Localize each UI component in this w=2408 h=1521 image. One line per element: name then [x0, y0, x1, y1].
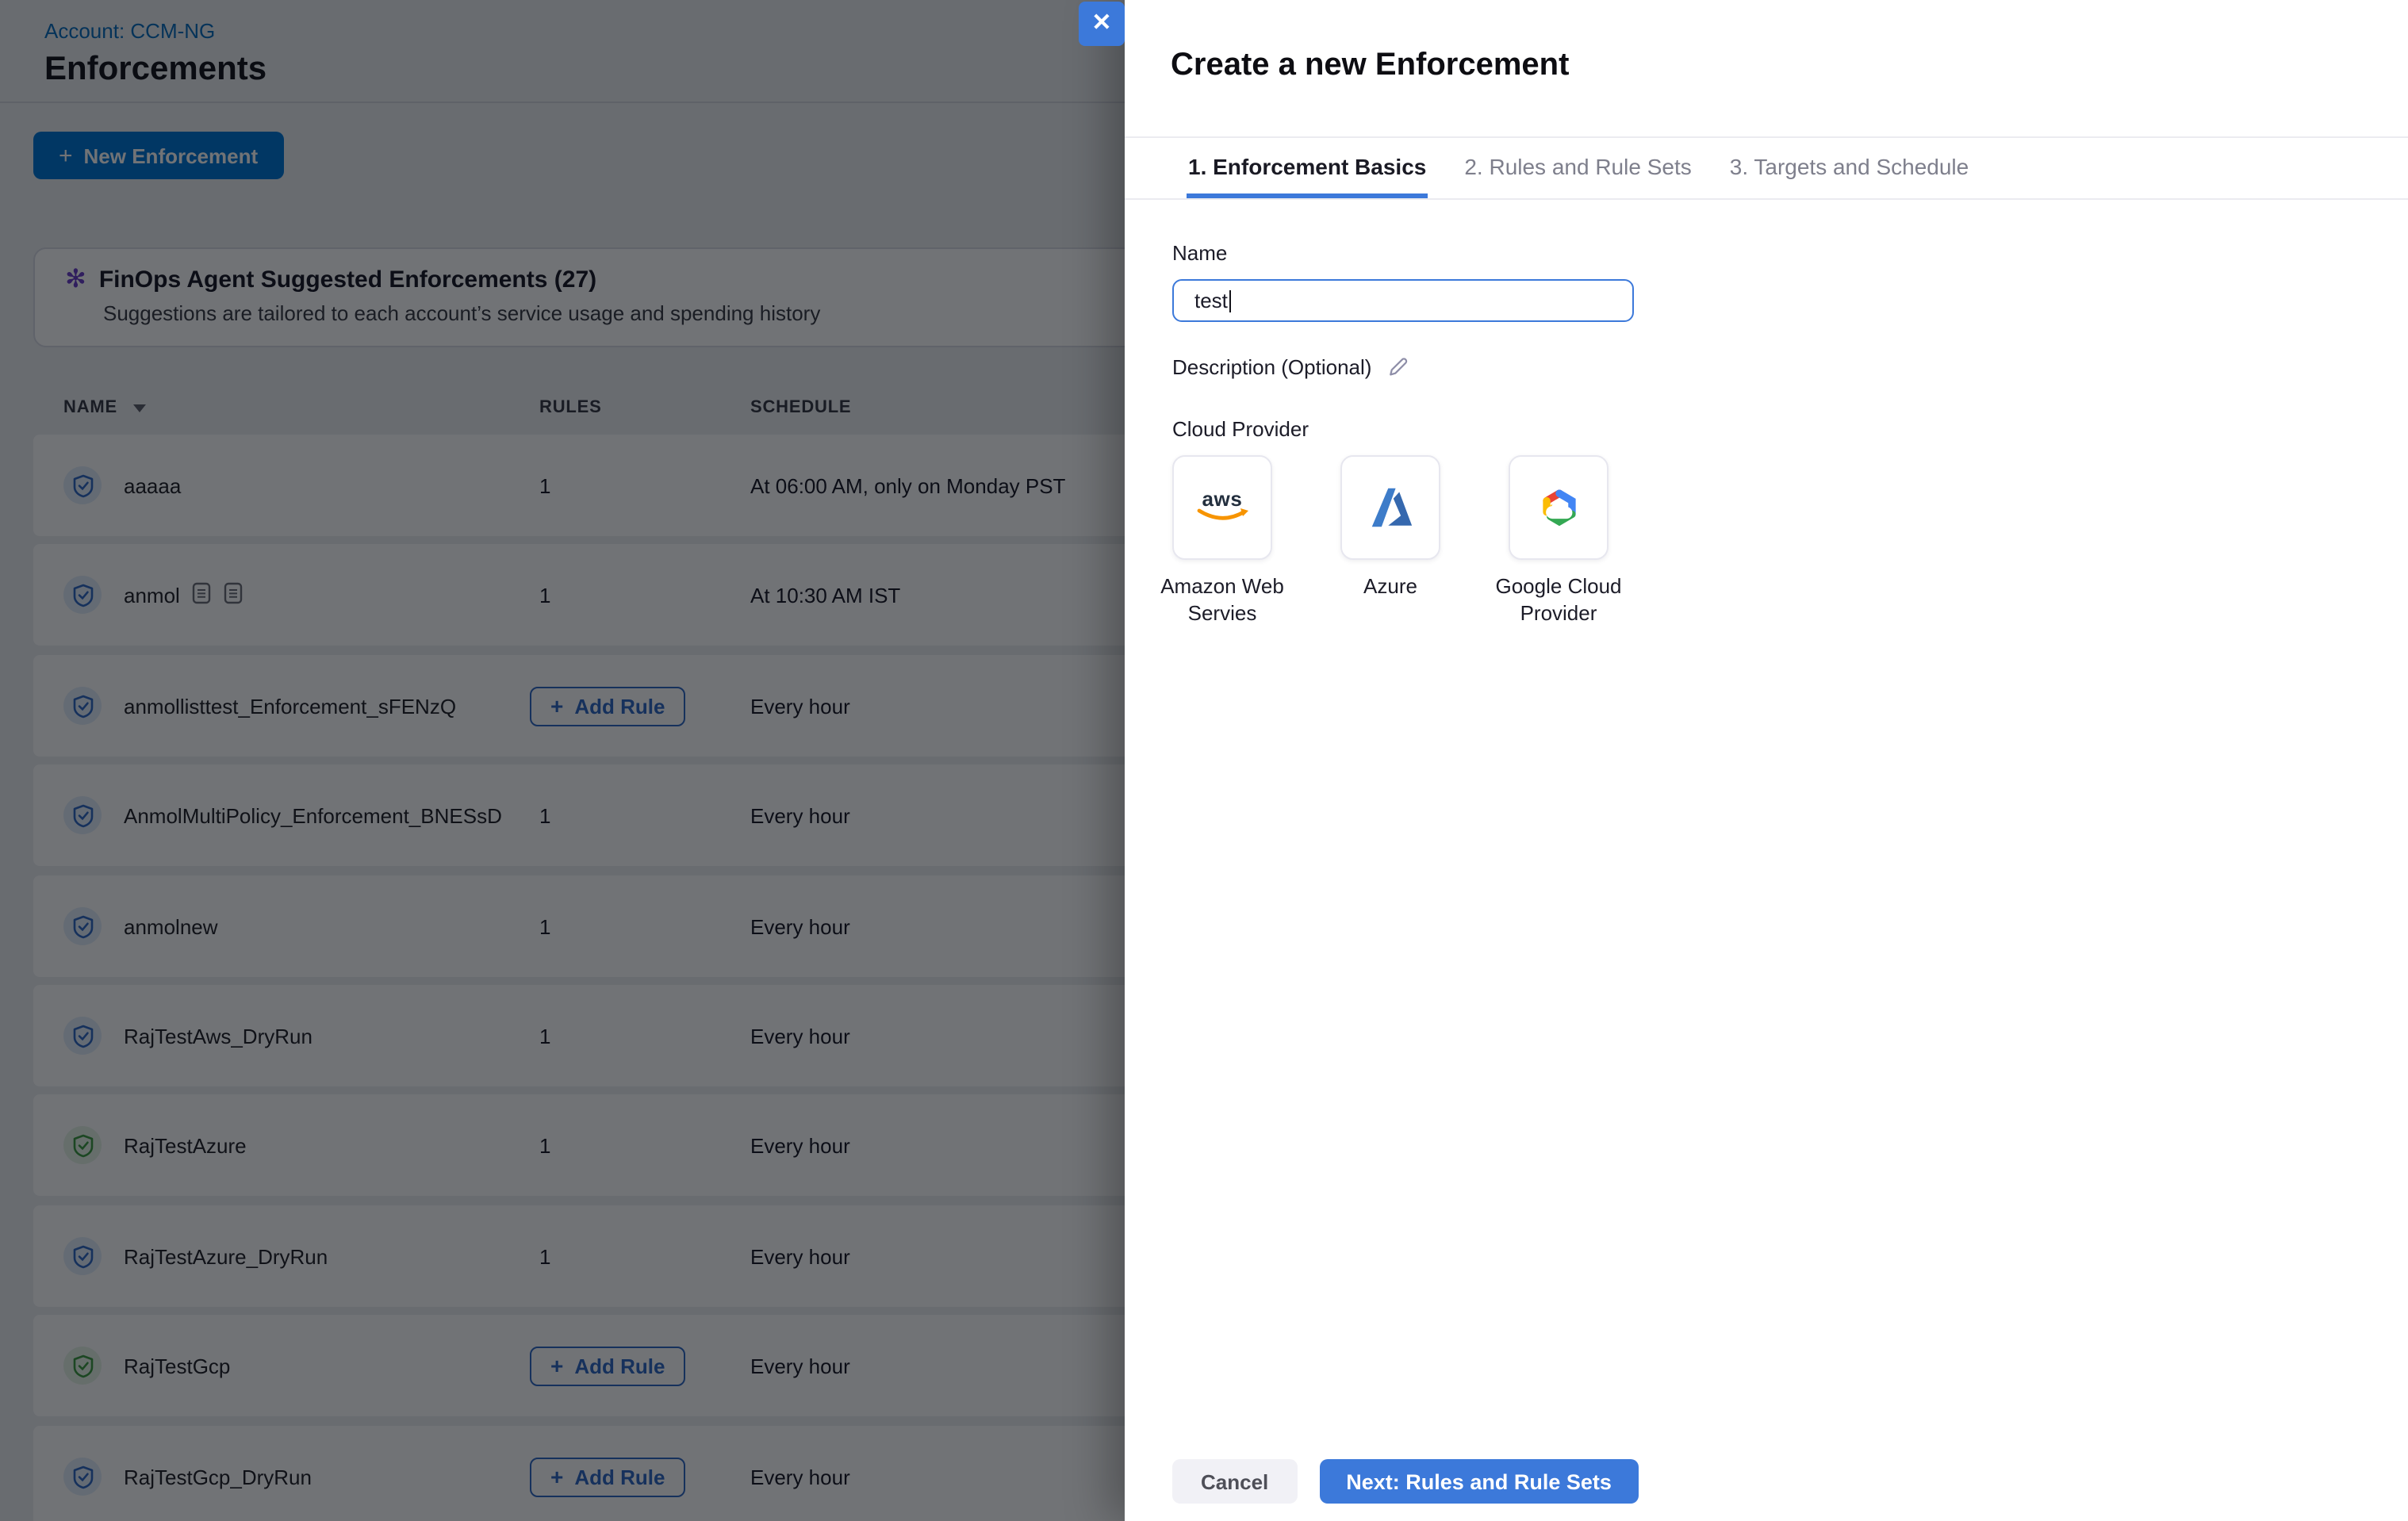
gcp-logo: [1533, 484, 1584, 531]
text-caret: [1229, 289, 1232, 312]
create-enforcement-drawer: ✕ Create a new Enforcement 1. Enforcemen…: [1125, 0, 2408, 1521]
app-root: Account: CCM-NG Enforcements + New Enfor…: [0, 0, 2408, 1521]
name-input[interactable]: test: [1172, 279, 1634, 322]
enforcement-basics-form: Name test Description (Optional) Cloud P…: [1172, 241, 2346, 560]
name-label: Name: [1172, 241, 2346, 265]
cancel-button[interactable]: Cancel: [1172, 1459, 1297, 1504]
name-input-value: test: [1194, 289, 1228, 312]
cloud-provider-options: aws Amazon Web Servies: [1172, 455, 2346, 560]
provider-card-gcp[interactable]: Google Cloud Provider: [1509, 455, 1609, 560]
close-drawer-button[interactable]: ✕: [1079, 2, 1125, 46]
tab-targets-and-schedule[interactable]: 3. Targets and Schedule: [1728, 154, 1971, 198]
tab-rules-and-rule-sets[interactable]: 2. Rules and Rule Sets: [1463, 154, 1693, 198]
provider-card-azure[interactable]: Azure: [1340, 455, 1440, 560]
cloud-provider-label: Cloud Provider: [1172, 417, 2346, 441]
wizard-tabs: 1. Enforcement Basics 2. Rules and Rule …: [1125, 136, 2408, 200]
drawer-footer: Cancel Next: Rules and Rule Sets: [1172, 1459, 1639, 1504]
provider-card-aws[interactable]: aws Amazon Web Servies: [1172, 455, 1272, 560]
aws-smile-icon: [1194, 508, 1251, 525]
azure-logo: [1367, 485, 1414, 530]
next-rules-button[interactable]: Next: Rules and Rule Sets: [1319, 1459, 1639, 1504]
aws-logo: aws: [1202, 490, 1243, 508]
description-label: Description (Optional): [1172, 355, 1371, 379]
drawer-title: Create a new Enforcement: [1171, 48, 1569, 84]
edit-pencil-icon[interactable]: [1386, 355, 1409, 379]
tab-enforcement-basics[interactable]: 1. Enforcement Basics: [1187, 154, 1428, 198]
provider-label-gcp: Google Cloud Provider: [1455, 573, 1662, 626]
